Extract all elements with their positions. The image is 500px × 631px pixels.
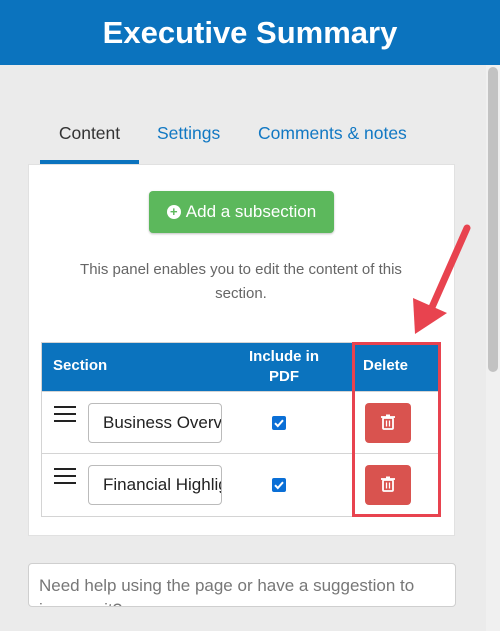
page-title: Executive Summary xyxy=(102,14,398,50)
trash-icon xyxy=(381,476,395,492)
delete-button[interactable] xyxy=(365,465,411,505)
tab-settings[interactable]: Settings xyxy=(157,111,220,161)
add-subsection-label: Add a subsection xyxy=(185,202,317,221)
include-pdf-checkbox[interactable] xyxy=(272,416,286,430)
add-subsection-button[interactable]: + Add a subsection xyxy=(149,191,334,233)
table-header: Section Include in PDF Delete xyxy=(42,343,440,391)
hamburger-icon[interactable] xyxy=(54,468,76,484)
tab-comments-notes[interactable]: Comments & notes xyxy=(258,111,407,161)
tab-bar: Content Settings Comments & notes xyxy=(40,111,460,164)
column-header-include-pdf: Include in PDF xyxy=(232,347,336,387)
section-name-input[interactable]: Business Overview xyxy=(88,403,222,443)
tab-content[interactable]: Content xyxy=(40,111,139,164)
help-feedback-input[interactable] xyxy=(28,563,456,607)
include-pdf-checkbox[interactable] xyxy=(272,478,286,492)
scrollbar-thumb[interactable] xyxy=(488,67,498,372)
subsection-table: Section Include in PDF Delete Business O… xyxy=(41,342,441,517)
table-row: Financial Highlights xyxy=(42,453,440,516)
table-row: Business Overview xyxy=(42,391,440,454)
column-header-include-line2: PDF xyxy=(269,368,299,385)
trash-icon xyxy=(381,414,395,430)
panel-description: This panel enables you to edit the conte… xyxy=(80,261,402,302)
column-header-delete: Delete xyxy=(363,357,409,374)
page-header: Executive Summary xyxy=(0,0,500,65)
delete-button[interactable] xyxy=(365,403,411,443)
section-name-input[interactable]: Financial Highlights xyxy=(88,465,222,505)
hamburger-icon[interactable] xyxy=(54,406,76,422)
plus-circle-icon: + xyxy=(166,205,181,219)
column-header-include-line1: Include in xyxy=(248,348,319,365)
column-header-section: Section xyxy=(53,357,108,374)
